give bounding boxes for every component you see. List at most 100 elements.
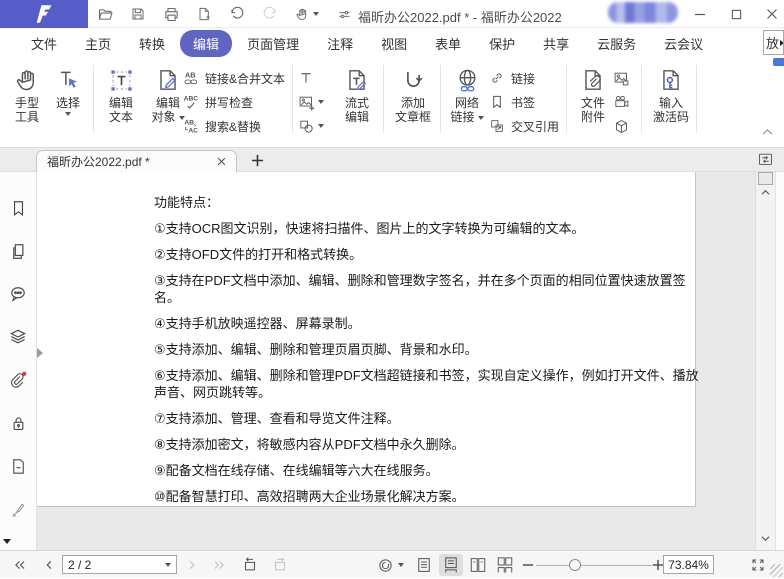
tab-cloud-service[interactable]: 云服务 — [583, 30, 650, 57]
account-badge-blurred[interactable] — [608, 2, 678, 23]
customize-toolbar-button[interactable] — [335, 5, 353, 23]
file-attachment-icon — [580, 67, 606, 93]
last-page-button[interactable] — [212, 551, 226, 579]
double-chevron-left-icon — [13, 559, 27, 571]
tab-comment[interactable]: 注释 — [313, 30, 367, 57]
zoom-value-input[interactable]: 73.84% — [663, 555, 714, 574]
menu-tabs-overflow-button[interactable]: 放 — [763, 30, 784, 55]
swap-arrows-icon — [757, 151, 774, 168]
text-tools-group: AB 链接&合并文本 ABC 拼写检查 ABAC 搜索&替换 — [183, 66, 285, 138]
file-attachment-button[interactable]: 文件 附件 — [572, 64, 614, 124]
open-file-button[interactable] — [96, 5, 114, 23]
hand-mode-button[interactable] — [294, 5, 320, 23]
fullscreen-button[interactable] — [750, 551, 766, 579]
image-icon — [613, 70, 630, 87]
previous-page-button[interactable] — [44, 551, 53, 579]
doc-paragraph: ⑦支持添加、管理、查看和导览文件注释。 — [154, 410, 706, 427]
search-replace-button[interactable]: ABAC 搜索&替换 — [183, 114, 285, 138]
link-join-text-button[interactable]: AB 链接&合并文本 — [183, 66, 285, 90]
resize-grip[interactable] — [770, 564, 783, 577]
tab-cloud-meeting[interactable]: 云会议 — [650, 30, 717, 57]
web-link-button[interactable]: 网络 链接 — [446, 64, 488, 124]
activation-code-button[interactable]: 输入 激活码 — [646, 64, 696, 124]
bookmarks-panel-button[interactable] — [8, 198, 28, 218]
add-image-button[interactable] — [298, 90, 324, 114]
new-document-button[interactable] — [195, 5, 213, 23]
comments-panel-icon — [8, 284, 28, 304]
tab-protect[interactable]: 保护 — [475, 30, 529, 57]
layout-facing-button[interactable] — [466, 554, 490, 576]
panel-expand-handle[interactable] — [37, 348, 43, 358]
redo-button[interactable] — [261, 5, 279, 23]
tab-convert[interactable]: 转换 — [125, 30, 179, 57]
undo-button[interactable] — [228, 5, 246, 23]
save-button[interactable] — [129, 5, 147, 23]
zoom-slider[interactable] — [536, 565, 652, 566]
view-mode-button[interactable] — [377, 551, 404, 579]
pdf-page[interactable]: 功能特点： ①支持OCR图文识别，快速将扫描件、图片上的文字转换为可编辑的文本。… — [37, 172, 696, 507]
lock-icon — [9, 414, 28, 433]
vertical-scrollbar[interactable] — [755, 172, 775, 550]
more-panels-button[interactable] — [3, 539, 11, 544]
minimize-button[interactable] — [692, 6, 708, 22]
switch-document-button[interactable] — [755, 149, 775, 170]
spell-check-button[interactable]: ABC 拼写检查 — [183, 90, 285, 114]
foxit-logo-icon — [33, 3, 55, 25]
scroll-down-button[interactable] — [756, 535, 775, 543]
app-logo[interactable] — [0, 0, 88, 28]
link-button[interactable]: 链接 — [489, 66, 559, 90]
previous-view-button[interactable] — [241, 551, 259, 579]
select-tool-icon — [55, 67, 81, 93]
document-canvas[interactable]: 功能特点： ①支持OCR图文识别，快速将扫描件、图片上的文字转换为可编辑的文本。… — [37, 172, 755, 550]
document-tab-active[interactable]: 福昕办公2022.pdf * — [36, 150, 237, 172]
first-page-button[interactable] — [13, 551, 27, 579]
tab-file[interactable]: 文件 — [17, 30, 71, 57]
next-page-button[interactable] — [188, 551, 197, 579]
bookmark-button[interactable]: 书签 — [489, 90, 559, 114]
tab-share[interactable]: 共享 — [529, 30, 583, 57]
insert-3d-button[interactable] — [613, 114, 630, 138]
scroll-up-button[interactable] — [756, 188, 775, 196]
flow-edit-button[interactable]: 流式 编辑 — [336, 64, 378, 124]
new-tab-button[interactable] — [249, 152, 265, 168]
tab-home[interactable]: 主页 — [71, 30, 125, 57]
destinations-panel-button[interactable] — [8, 456, 28, 476]
add-text-button[interactable] — [298, 66, 324, 90]
insert-image-button[interactable] — [613, 66, 630, 90]
security-panel-button[interactable] — [8, 413, 28, 433]
link-join-text-icon: AB — [183, 70, 199, 86]
select-tool-button[interactable]: 选择 — [48, 64, 88, 116]
layout-single-page-button[interactable] — [412, 554, 436, 576]
close-button[interactable] — [764, 6, 780, 22]
attachments-panel-button[interactable] — [8, 370, 28, 390]
cross-reference-button[interactable]: 交叉引用 — [489, 114, 559, 138]
signatures-panel-button[interactable] — [8, 499, 28, 519]
tab-view[interactable]: 视图 — [367, 30, 421, 57]
page-thumbnails-panel-button[interactable] — [8, 241, 28, 261]
tab-page-manage[interactable]: 页面管理 — [233, 30, 313, 57]
insert-video-button[interactable] — [613, 90, 630, 114]
zoom-out-button[interactable] — [522, 551, 534, 579]
hand-tool-button[interactable]: 手型 工具 — [8, 64, 46, 124]
add-article-box-button[interactable]: 添加 文章框 — [388, 64, 438, 124]
zoom-slider-handle[interactable] — [569, 559, 581, 571]
edit-text-button[interactable]: 编辑 文本 — [100, 64, 142, 124]
collapse-ribbon-button[interactable] — [759, 126, 775, 138]
tab-edit[interactable]: 编辑 — [180, 30, 232, 57]
layout-facing-continuous-button[interactable] — [493, 554, 517, 576]
scrollbar-thumb[interactable] — [758, 172, 773, 185]
print-button[interactable] — [162, 5, 180, 23]
ribbon-divider — [696, 65, 697, 133]
tab-form[interactable]: 表单 — [421, 30, 475, 57]
page-number-input[interactable]: 2 / 2 — [62, 555, 177, 574]
add-shapes-button[interactable] — [298, 114, 324, 138]
comments-panel-button[interactable] — [8, 284, 28, 304]
layout-continuous-button[interactable] — [439, 554, 463, 576]
document-tabbar: 福昕办公2022.pdf * — [0, 148, 784, 172]
layers-panel-button[interactable] — [8, 327, 28, 347]
next-view-button[interactable] — [271, 551, 289, 579]
ribbon-divider — [292, 65, 293, 133]
next-view-icon — [271, 556, 289, 574]
tab-close-icon[interactable] — [217, 157, 226, 166]
maximize-button[interactable] — [728, 6, 744, 22]
